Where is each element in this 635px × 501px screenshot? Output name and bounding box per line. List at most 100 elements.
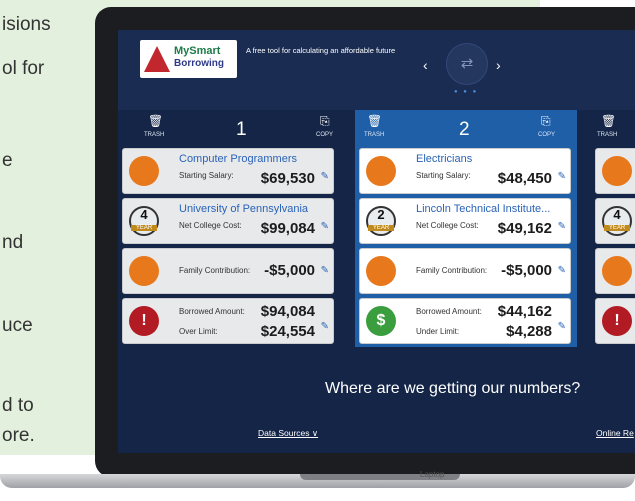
app-screen: MySmart Borrowing A free tool for calcul… (118, 30, 635, 453)
college-card[interactable]: 4 YEAR University of Pennsylvania Net Co… (122, 198, 334, 244)
alert-icon: ! (602, 306, 632, 336)
college-cost-value: $49,162 (497, 220, 552, 237)
year-count: 4 (140, 207, 148, 222)
college-title: University of Pennsylvania (179, 203, 309, 215)
online-resources-link[interactable]: Online Re (596, 428, 634, 438)
year-count: 4 (613, 207, 621, 222)
data-sources-link[interactable]: Data Sources ∨ (258, 428, 318, 439)
year-count: 2 (377, 207, 385, 222)
limit-label: Over Limit: (179, 327, 218, 336)
limit-value: $24,554 (260, 323, 315, 340)
year-badge-icon: 2 YEAR (366, 206, 396, 236)
laptop-brand-label: Laptop (420, 470, 445, 479)
family-contribution-label: Family Contribution: (416, 266, 488, 275)
edit-pencil-icon[interactable]: ✎ (558, 171, 566, 182)
app-tagline: A free tool for calculating an affordabl… (246, 46, 396, 55)
borrowed-card[interactable]: $ Borrowed Amount: $44,162 Under Limit: … (359, 298, 571, 344)
family-contribution-card[interactable]: Family Contribution: -$5,000 ✎ (359, 248, 571, 294)
scenario-number: 1 (236, 119, 247, 140)
background-text-line: nd (2, 232, 24, 253)
next-scenario-arrow-icon[interactable]: › (496, 57, 501, 73)
edit-pencil-icon[interactable]: ✎ (321, 171, 329, 182)
family-contribution-value: -$5,000 (264, 262, 315, 279)
column-header: 🗑 TRASH 2 ⎘ COPY (355, 110, 577, 146)
college-card[interactable]: 4 YEAR Bl Ne (595, 198, 635, 244)
year-label: YEAR (604, 225, 630, 231)
year-badge-icon: 4 YEAR (129, 206, 159, 236)
career-card[interactable]: Computer Programmers Starting Salary: $6… (122, 148, 334, 194)
alert-icon: ! (129, 306, 159, 336)
trash-icon[interactable]: 🗑 (148, 114, 163, 128)
edit-pencil-icon[interactable]: ✎ (321, 221, 329, 232)
borrowed-label: Borrowed Amount: (179, 307, 245, 316)
college-cost-value: $99,084 (260, 220, 315, 237)
logo-mark-icon (144, 46, 170, 72)
edit-pencil-icon[interactable]: ✎ (558, 321, 566, 332)
background-text-line: ol for (2, 58, 45, 79)
briefcase-icon (602, 156, 632, 186)
family-contribution-card[interactable]: Fa (595, 248, 635, 294)
copy-icon[interactable]: ⎘ (320, 114, 330, 129)
logo-line2: Borrowing (174, 58, 224, 69)
salary-value: $48,450 (497, 170, 552, 187)
status-glyph: $ (376, 312, 386, 329)
trash-label: TRASH (144, 132, 165, 138)
limit-value: $4,288 (506, 323, 552, 340)
app-header: MySmart Borrowing A free tool for calcul… (118, 30, 635, 110)
piggy-bank-icon (129, 256, 159, 286)
laptop-base (0, 466, 635, 501)
trash-icon[interactable]: 🗑 (367, 114, 382, 128)
compare-icon: ⇄ (460, 55, 474, 72)
trash-label: TRASH (597, 132, 618, 138)
column-header: 🗑 TRASH 1 ⎘ COPY (118, 110, 340, 146)
background-text-line: uce (2, 315, 33, 336)
borrowed-value: $94,084 (260, 303, 315, 320)
family-contribution-value: -$5,000 (501, 262, 552, 279)
status-glyph: ! (141, 312, 147, 329)
college-cost-label: Net College Cost: (179, 221, 242, 230)
prev-scenario-arrow-icon[interactable]: ‹ (423, 57, 428, 73)
salary-label: Starting Salary: (179, 171, 234, 180)
trash-icon[interactable]: 🗑 (601, 114, 616, 128)
edit-pencil-icon[interactable]: ✎ (558, 221, 566, 232)
career-title: Computer Programmers (179, 153, 297, 165)
limit-label: Under Limit: (416, 327, 460, 336)
copy-label: COPY (316, 132, 334, 138)
piggy-bank-icon (366, 256, 396, 286)
trash-label: TRASH (364, 132, 385, 138)
scenario-column-2: 🗑 TRASH 2 ⎘ COPY Electricians Starting S… (355, 110, 577, 347)
college-title: Lincoln Technical Institute... (416, 203, 551, 215)
pager-dots[interactable]: ● ● ● (454, 89, 478, 95)
piggy-bank-icon (602, 256, 632, 286)
edit-pencil-icon[interactable]: ✎ (558, 265, 566, 276)
scenario-number: 2 (459, 119, 470, 140)
year-badge-icon: 4 YEAR (602, 206, 632, 236)
family-contribution-card[interactable]: Family Contribution: -$5,000 ✎ (122, 248, 334, 294)
edit-pencil-icon[interactable]: ✎ (321, 265, 329, 276)
background-text-line: d to (2, 395, 34, 416)
briefcase-icon (366, 156, 396, 186)
app-logo[interactable]: MySmart Borrowing (140, 40, 237, 78)
status-glyph: ! (614, 312, 620, 329)
career-card[interactable]: Electricians Starting Salary: $48,450 ✎ (359, 148, 571, 194)
college-card[interactable]: 2 YEAR Lincoln Technical Institute... Ne… (359, 198, 571, 244)
copy-label: COPY (538, 132, 556, 138)
career-title: Electricians (416, 153, 473, 165)
salary-value: $69,530 (260, 170, 315, 187)
edit-pencil-icon[interactable]: ✎ (321, 321, 329, 332)
logo-line1: MySmart (174, 45, 221, 57)
briefcase-icon (129, 156, 159, 186)
scenario-column-1: 🗑 TRASH 1 ⎘ COPY Computer Programmers St… (118, 110, 340, 347)
borrowed-card[interactable]: ! Bo Ov (595, 298, 635, 344)
borrowed-card[interactable]: ! Borrowed Amount: $94,084 Over Limit: $… (122, 298, 334, 344)
background-text-line: e (2, 150, 13, 171)
borrowed-value: $44,162 (497, 303, 552, 320)
borrowed-label: Borrowed Amount: (416, 307, 482, 316)
dollar-icon: $ (366, 306, 396, 336)
year-label: YEAR (368, 225, 394, 231)
compare-button[interactable]: ⇄ (446, 43, 488, 85)
copy-icon[interactable]: ⎘ (541, 114, 551, 129)
career-card[interactable]: Ac St (595, 148, 635, 194)
scenario-column-3: 🗑 TRASH Ac St 4 YEAR Bl Ne Fa ! Bo Ov (591, 110, 635, 347)
background-text-line: ore. (2, 425, 35, 446)
